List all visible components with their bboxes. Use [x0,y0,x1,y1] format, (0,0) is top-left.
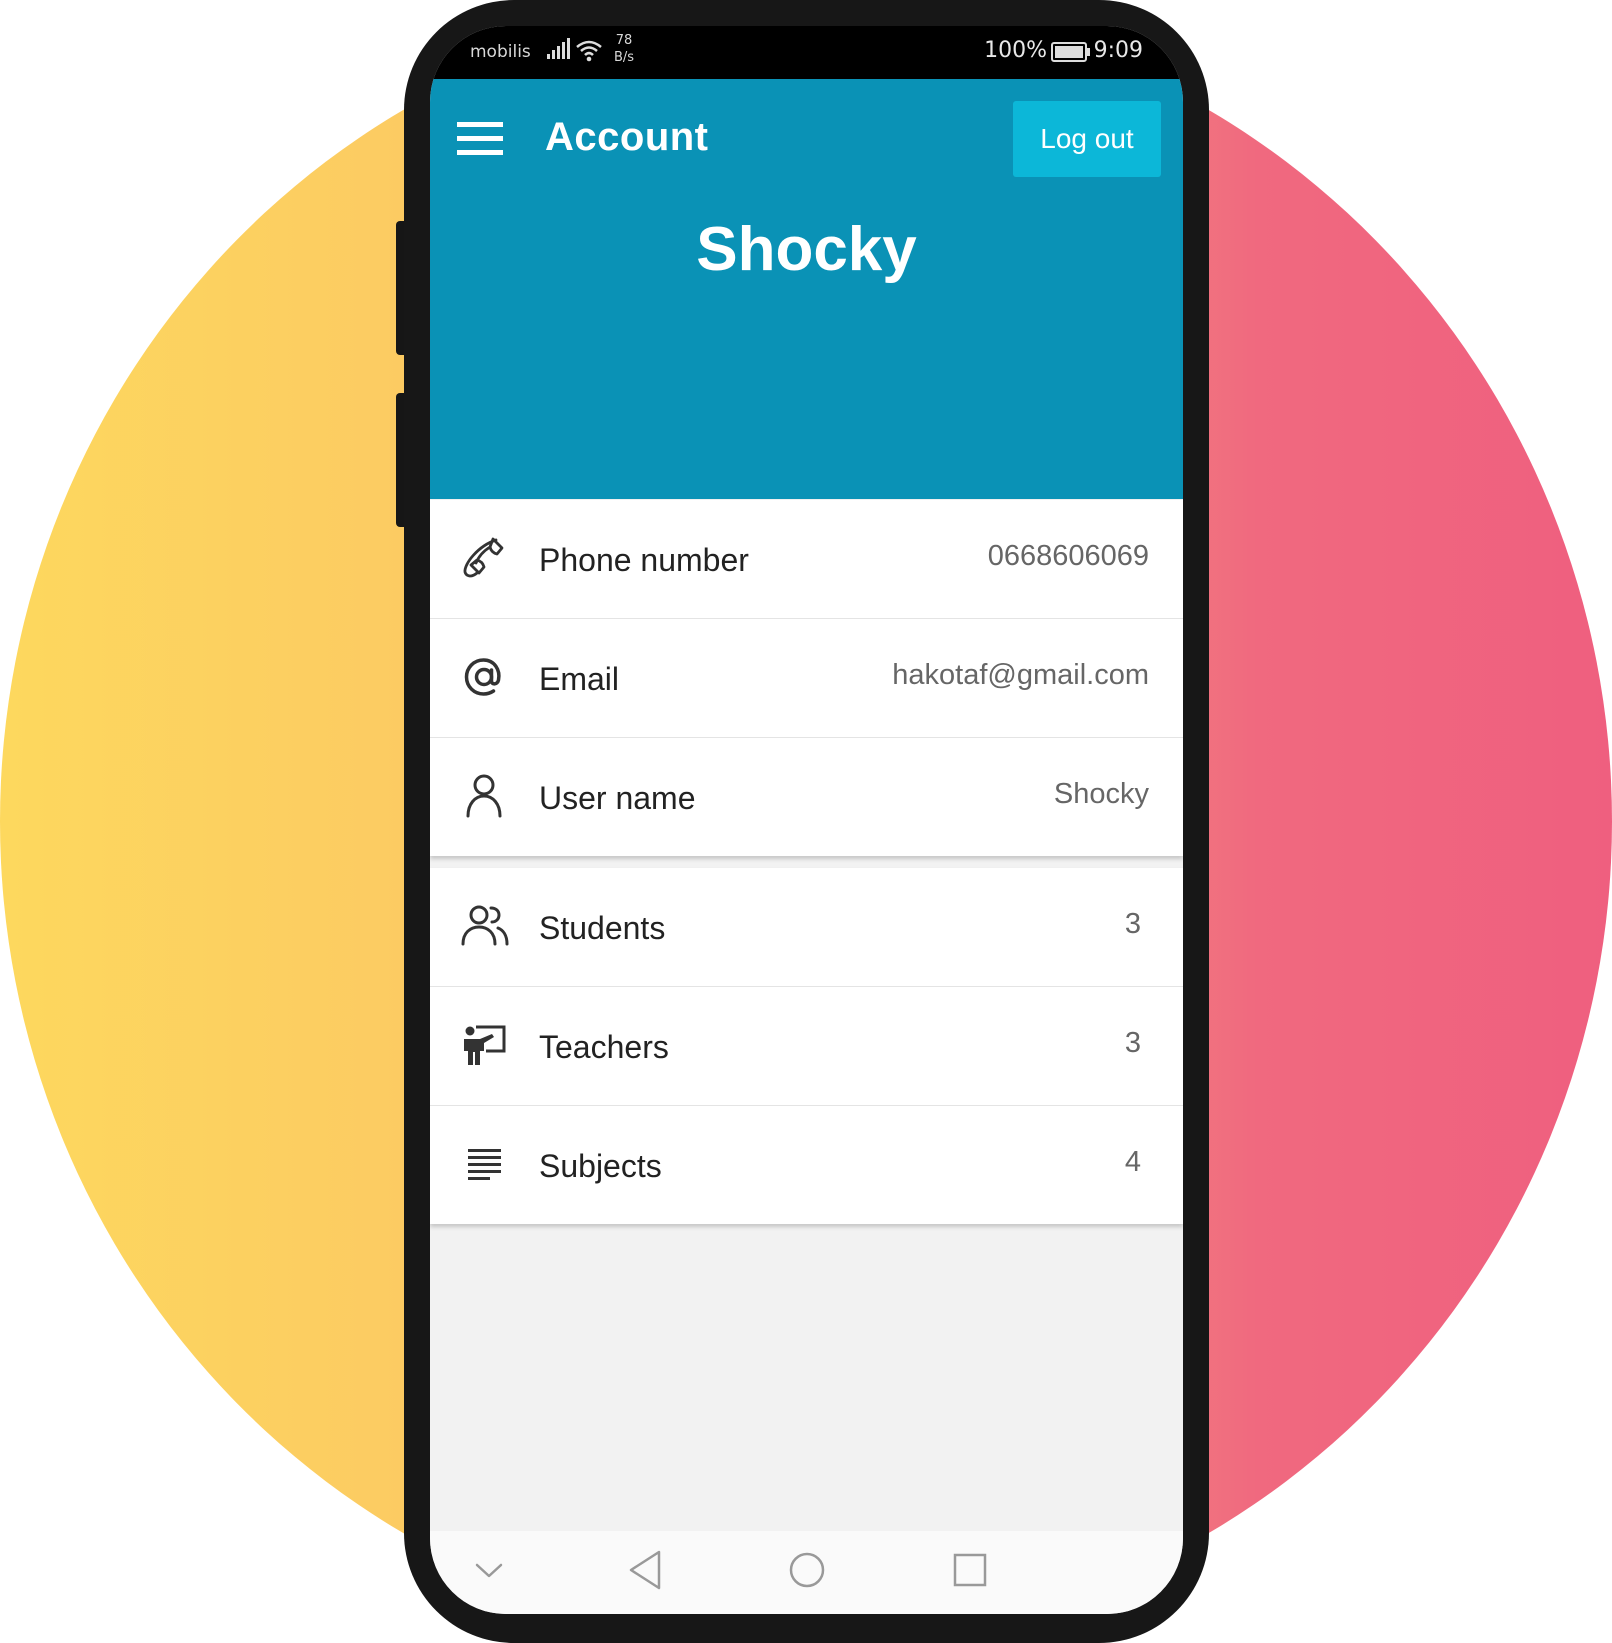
account-info-card: Phone number 0668606069 Email hakotaf@gm… [430,500,1183,856]
recent-apps-square-icon[interactable] [951,1549,989,1591]
list-item-teachers[interactable]: Teachers 3 [430,987,1183,1106]
status-bar: mobilis 78 B/s 100% 9:09 [430,26,1183,79]
carrier-name: mobilis [470,42,531,62]
list-item-phone-number[interactable]: Phone number 0668606069 [430,500,1183,619]
phone-screen: mobilis 78 B/s 100% 9:09 Account Log out… [430,26,1183,1614]
hamburger-menu-icon[interactable] [457,122,503,156]
clock: 9:09 [1093,38,1143,63]
users-icon [461,905,509,946]
phone-icon [463,537,504,578]
app-bar: Account Log out Shocky [430,79,1183,499]
phone-number-label: Phone number [539,542,749,578]
stats-card: Students 3 Teachers 3 Subjects 4 [430,868,1183,1224]
teachers-count: 3 [1124,1027,1141,1059]
students-label: Students [539,910,666,946]
list-item-email[interactable]: Email hakotaf@gmail.com [430,619,1183,738]
home-circle-icon[interactable] [787,1549,827,1591]
battery-percentage: 100% [984,38,1047,63]
students-count: 3 [1124,908,1141,940]
user-name-label: User name [539,780,696,816]
person-icon [466,774,502,818]
battery-icon [1051,42,1090,62]
chevron-down-icon[interactable] [474,1561,504,1581]
teacher-board-icon [464,1025,506,1065]
subjects-label: Subjects [539,1148,662,1184]
at-sign-icon [464,658,501,696]
list-item-user-name[interactable]: User name Shocky [430,738,1183,856]
email-label: Email [539,661,620,697]
list-item-students[interactable]: Students 3 [430,868,1183,987]
phone-frame: mobilis 78 B/s 100% 9:09 Account Log out… [404,0,1209,1643]
network-speed: 78 B/s [614,33,635,65]
logout-button[interactable]: Log out [1013,101,1161,177]
profile-name: Shocky [696,215,917,284]
email-value: hakotaf@gmail.com [892,659,1149,691]
wifi-icon [576,40,602,62]
teachers-label: Teachers [539,1029,669,1065]
signal-icon [547,38,570,59]
list-lines-icon [468,1149,501,1180]
back-triangle-icon[interactable] [626,1549,664,1591]
list-item-subjects[interactable]: Subjects 4 [430,1106,1183,1224]
subjects-count: 4 [1124,1146,1141,1178]
page-title: Account [545,115,709,159]
user-name-value: Shocky [1053,778,1149,810]
system-navigation-bar [430,1531,1183,1614]
phone-number-value: 0668606069 [987,540,1149,572]
